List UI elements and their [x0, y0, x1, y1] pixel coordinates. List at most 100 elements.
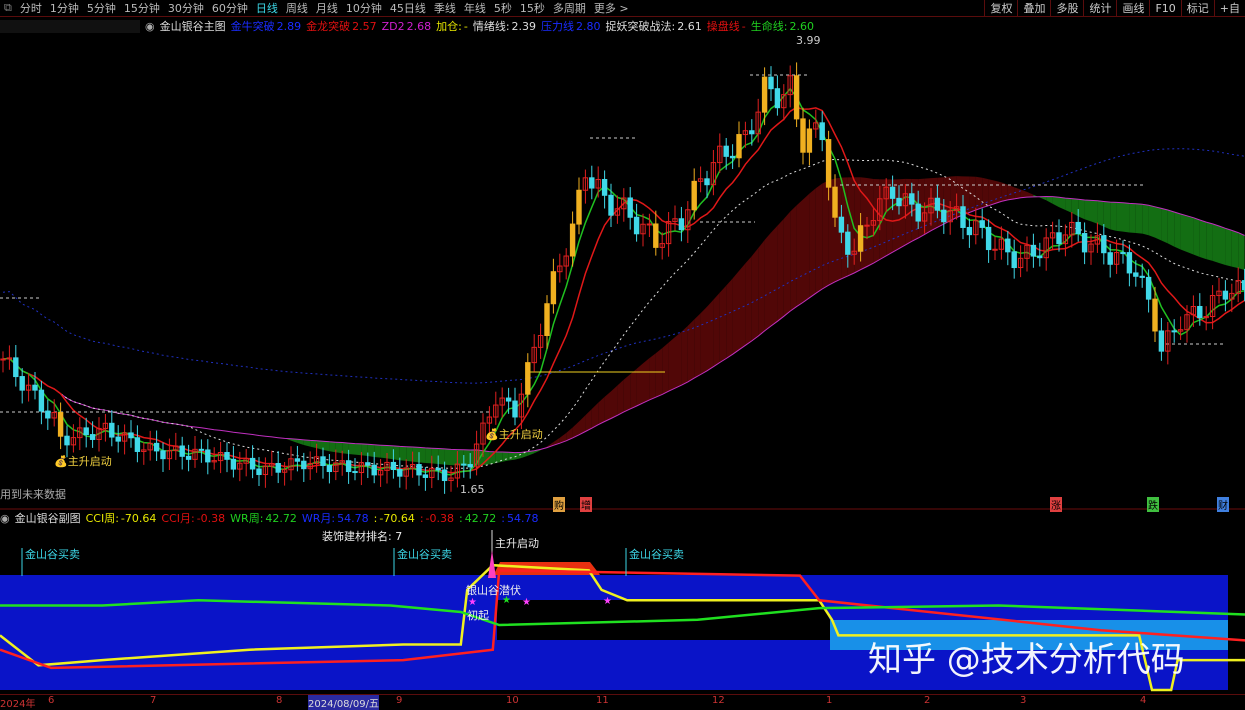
trend-cloud-segment — [630, 368, 637, 409]
trend-cloud-segment — [1059, 197, 1066, 211]
trend-cloud-segment — [508, 452, 515, 461]
candle-body — [38, 389, 45, 412]
trend-cloud-segment — [809, 188, 816, 298]
candle-body — [13, 357, 19, 378]
axis-date-label: 3 — [1020, 695, 1027, 706]
trend-cloud-segment — [726, 278, 733, 359]
legend-label: WR周: — [230, 512, 264, 525]
event-badge[interactable]: 增 — [580, 497, 592, 512]
legend-item: :42.72 — [459, 512, 496, 525]
trend-cloud-segment — [867, 178, 874, 267]
candle-body — [589, 177, 595, 189]
trend-cloud-segment — [643, 358, 650, 403]
candle-body — [1171, 330, 1177, 333]
candle-body — [153, 442, 160, 452]
trend-cloud-segment — [1020, 189, 1027, 198]
candle-body — [160, 450, 166, 460]
trend-cloud-segment — [623, 374, 631, 412]
trend-cloud-segment — [617, 379, 624, 416]
trend-cloud-segment — [771, 225, 778, 326]
trend-cloud-segment — [668, 337, 675, 392]
trend-cloud-segment — [1161, 208, 1168, 244]
trend-cloud-segment — [1167, 210, 1175, 247]
legend-item: CCI月: -0.38 — [161, 510, 225, 526]
candle-body — [256, 468, 262, 476]
axis-date-label: 7 — [150, 695, 157, 706]
legend-item: : -0.38 — [420, 512, 454, 525]
sub-start-label: 主升启动 — [495, 537, 539, 550]
price-chart[interactable]: ★ ★ ★ ★ — [0, 0, 1245, 707]
candle-body — [845, 231, 851, 255]
candle-body — [435, 467, 441, 471]
sub-indicator-legend: ◉ 金山银谷副图 CCI周: -70.64 CCI月: -0.38 WR周: 42.72 W… — [0, 510, 543, 526]
watermark: 知乎 @技术分析代码 — [868, 640, 1185, 680]
legend-value: 42.72 — [265, 512, 297, 525]
candle-body — [1030, 244, 1037, 257]
trend-cloud-segment — [950, 176, 957, 221]
axis-date-label: 6 — [48, 695, 55, 706]
candle-body — [301, 460, 307, 470]
legend-label: : — [373, 511, 378, 525]
event-badge[interactable]: 财 — [1217, 497, 1229, 512]
trend-cloud-segment — [899, 178, 906, 249]
trend-cloud-segment — [854, 177, 861, 273]
candle-body — [1126, 252, 1133, 274]
candle-body — [800, 118, 806, 153]
trend-cloud-segment — [988, 179, 995, 206]
candle-body — [627, 197, 633, 218]
legend-label: WR月: — [301, 512, 336, 525]
trend-cloud-segment — [713, 292, 720, 367]
start-spike — [488, 550, 496, 578]
candle-body — [416, 464, 422, 476]
event-badge[interactable]: 购 — [553, 497, 565, 512]
trend-cloud-segment — [1027, 191, 1034, 198]
candle-body — [0, 358, 6, 361]
candle-body — [19, 376, 25, 391]
high-price-label: 3.99 — [796, 34, 821, 47]
date-axis: 2024年 6 7 8 2024/08/09/五 9 10 11 12 1 2 3 4 — [0, 694, 1245, 710]
indicator-toggle-icon[interactable]: ◉ — [0, 512, 10, 525]
trend-cloud-segment — [700, 306, 707, 375]
candle-body — [64, 435, 70, 446]
axis-date-label: 8 — [276, 695, 283, 706]
event-badge[interactable]: 跌 — [1147, 497, 1159, 512]
trend-cloud-segment — [873, 178, 880, 264]
trend-cloud-segment — [367, 444, 375, 457]
legend-label: CCI月: — [161, 512, 195, 525]
legend-value: 54.78 — [506, 511, 539, 525]
candle-body — [390, 461, 397, 471]
candle-body — [960, 206, 966, 228]
candle-body — [1075, 221, 1081, 235]
trend-cloud-segment — [745, 256, 752, 346]
sub-indicator-title[interactable]: 金山银谷副图 — [15, 510, 81, 526]
trend-cloud-segment — [361, 443, 368, 457]
trend-cloud-segment — [1142, 204, 1149, 236]
legend-value: -70.64 — [120, 512, 157, 525]
trend-cloud-segment — [975, 176, 983, 211]
trend-cloud-segment — [342, 442, 349, 455]
legend-label: : — [419, 511, 424, 525]
candle-body — [397, 469, 403, 477]
trend-cloud-segment — [1091, 200, 1098, 224]
candle-body — [806, 128, 813, 153]
trend-cloud-segment — [412, 446, 419, 463]
candle-body — [691, 180, 697, 211]
candle-body — [729, 155, 736, 159]
legend-item: : -70.64 — [374, 512, 415, 525]
event-badge[interactable]: 涨 — [1050, 497, 1062, 512]
life-line — [2, 87, 1245, 476]
buy-sell-label-1: 金山谷买卖 — [25, 548, 80, 561]
legend-value: -70.64 — [379, 511, 415, 525]
candle-body — [653, 223, 659, 248]
trend-cloud-segment — [1046, 196, 1053, 204]
trend-cloud-segment — [1007, 184, 1015, 200]
candle-body — [441, 469, 448, 482]
candle-body — [838, 216, 845, 233]
low-price-label: 1.65 — [460, 483, 485, 496]
candle-body — [966, 226, 973, 236]
trend-cloud-segment — [451, 449, 458, 466]
candle-body — [774, 88, 781, 109]
candle-body — [109, 422, 115, 438]
trend-cloud-segment — [406, 446, 413, 462]
candle-body — [979, 220, 985, 228]
